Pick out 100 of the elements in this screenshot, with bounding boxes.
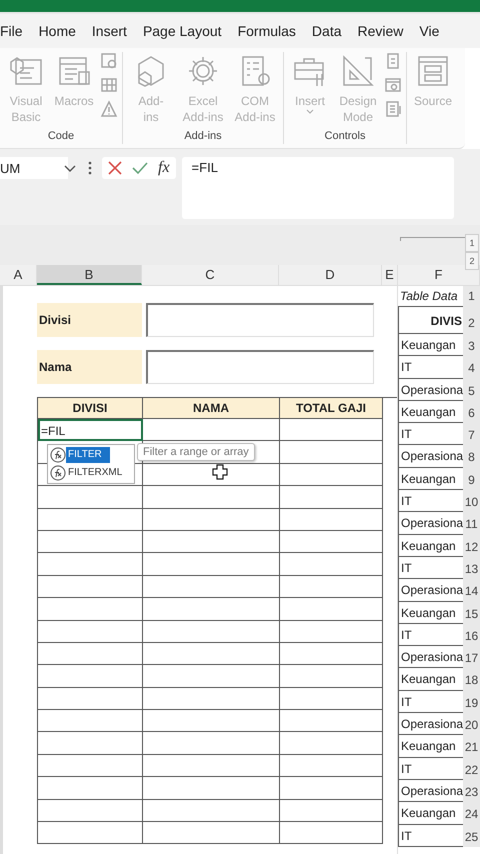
- input-field[interactable]: [146, 303, 374, 337]
- row-number[interactable]: 22: [463, 758, 480, 780]
- table-cell[interactable]: [280, 620, 383, 643]
- table-cell[interactable]: [38, 620, 143, 643]
- table-cell[interactable]: [38, 800, 143, 822]
- row-number[interactable]: 6: [463, 400, 480, 424]
- enter-check-icon[interactable]: [132, 161, 148, 175]
- table-cell[interactable]: [280, 800, 383, 822]
- row-number[interactable]: 4: [463, 356, 480, 379]
- table-cell[interactable]: [38, 642, 143, 666]
- table-cell[interactable]: [280, 419, 383, 442]
- input-field[interactable]: [146, 350, 374, 384]
- table-cell[interactable]: [38, 598, 143, 621]
- table-cell[interactable]: [280, 441, 383, 464]
- ribbon-tab[interactable]: Insert: [84, 23, 135, 39]
- cancel-icon[interactable]: [108, 161, 122, 175]
- row-number[interactable]: 2: [463, 306, 480, 334]
- table-cell[interactable]: [38, 777, 143, 800]
- column-header[interactable]: B: [37, 265, 142, 285]
- row-number[interactable]: 8: [463, 445, 480, 468]
- outline-level-button[interactable]: 2: [465, 252, 479, 270]
- table-cell[interactable]: [280, 665, 383, 688]
- table-cell[interactable]: [143, 800, 280, 822]
- autocomplete-item[interactable]: FILTER: [66, 447, 110, 463]
- table-cell[interactable]: [280, 642, 383, 666]
- table-cell[interactable]: [38, 822, 143, 844]
- table-cell[interactable]: [143, 710, 280, 732]
- table-cell[interactable]: [280, 822, 383, 844]
- ribbon-tab[interactable]: Review: [350, 23, 412, 39]
- table-cell[interactable]: [143, 508, 280, 531]
- table-cell[interactable]: [280, 464, 383, 486]
- row-number[interactable]: 20: [463, 713, 480, 736]
- dropdown-caret-icon[interactable]: [64, 165, 76, 173]
- row-number[interactable]: 15: [463, 602, 480, 624]
- row-number[interactable]: 13: [463, 556, 480, 580]
- row-number[interactable]: 17: [463, 646, 480, 668]
- row-number[interactable]: 18: [463, 668, 480, 691]
- ribbon-tab[interactable]: Page Layout: [134, 23, 230, 39]
- table-cell[interactable]: [143, 754, 280, 778]
- table-cell[interactable]: [280, 553, 383, 576]
- table-cell[interactable]: [280, 598, 383, 621]
- table-cell[interactable]: [143, 777, 280, 800]
- row-number[interactable]: 5: [463, 378, 480, 401]
- row-number[interactable]: 7: [463, 423, 480, 446]
- table-cell[interactable]: [280, 508, 383, 531]
- table-cell[interactable]: [38, 486, 143, 509]
- row-number[interactable]: 14: [463, 579, 480, 602]
- column-header[interactable]: D: [279, 265, 382, 285]
- table-cell[interactable]: [280, 486, 383, 509]
- table-cell[interactable]: [280, 777, 383, 800]
- table-cell[interactable]: [143, 598, 280, 621]
- row-number[interactable]: 19: [463, 690, 480, 714]
- table-cell[interactable]: [38, 530, 143, 554]
- table-cell[interactable]: [143, 620, 280, 643]
- table-cell[interactable]: [280, 732, 383, 755]
- table-cell[interactable]: [38, 553, 143, 576]
- formula-input[interactable]: =FIL: [182, 157, 454, 219]
- more-options-icon[interactable]: [88, 161, 92, 175]
- table-cell[interactable]: [280, 576, 383, 598]
- table-cell[interactable]: [38, 754, 143, 778]
- column-header[interactable]: E: [382, 265, 398, 285]
- insert-function-button[interactable]: fx: [158, 159, 170, 177]
- table-cell[interactable]: [280, 688, 383, 710]
- table-cell[interactable]: [143, 576, 280, 598]
- table-cell[interactable]: [38, 710, 143, 732]
- column-header[interactable]: C: [142, 265, 279, 285]
- ribbon-tab[interactable]: Vie: [411, 23, 448, 39]
- autocomplete-item[interactable]: FILTERXML: [66, 465, 130, 481]
- ribbon-tab[interactable]: Home: [30, 23, 84, 39]
- row-number[interactable]: 25: [463, 824, 480, 847]
- row-number[interactable]: 11: [463, 512, 480, 535]
- column-header[interactable]: F: [398, 265, 480, 285]
- table-cell[interactable]: [38, 665, 143, 688]
- table-cell[interactable]: [143, 732, 280, 755]
- table-cell[interactable]: [143, 688, 280, 710]
- row-number[interactable]: 12: [463, 534, 480, 557]
- table-cell[interactable]: [280, 754, 383, 778]
- outline-level-button[interactable]: 1: [465, 234, 479, 252]
- table-cell[interactable]: [143, 665, 280, 688]
- table-cell[interactable]: [143, 553, 280, 576]
- table-cell[interactable]: [143, 486, 280, 509]
- row-number[interactable]: 10: [463, 490, 480, 512]
- name-box[interactable]: UM: [0, 157, 68, 179]
- active-cell[interactable]: =FIL: [38, 419, 143, 442]
- row-number[interactable]: 1: [463, 286, 480, 306]
- table-cell[interactable]: [143, 642, 280, 666]
- ribbon-tab[interactable]: Formulas: [230, 23, 304, 39]
- table-cell[interactable]: [143, 530, 280, 554]
- ribbon-tab[interactable]: File: [0, 23, 31, 39]
- table-cell[interactable]: [38, 508, 143, 531]
- row-number[interactable]: 24: [463, 802, 480, 825]
- ribbon-tab[interactable]: Data: [304, 23, 350, 39]
- table-cell[interactable]: [280, 710, 383, 732]
- table-cell[interactable]: [38, 688, 143, 710]
- table-cell[interactable]: [143, 822, 280, 844]
- row-number[interactable]: 9: [463, 468, 480, 490]
- row-number[interactable]: 21: [463, 735, 480, 758]
- table-cell[interactable]: [38, 732, 143, 755]
- table-cell[interactable]: [143, 419, 280, 442]
- row-number[interactable]: 16: [463, 624, 480, 646]
